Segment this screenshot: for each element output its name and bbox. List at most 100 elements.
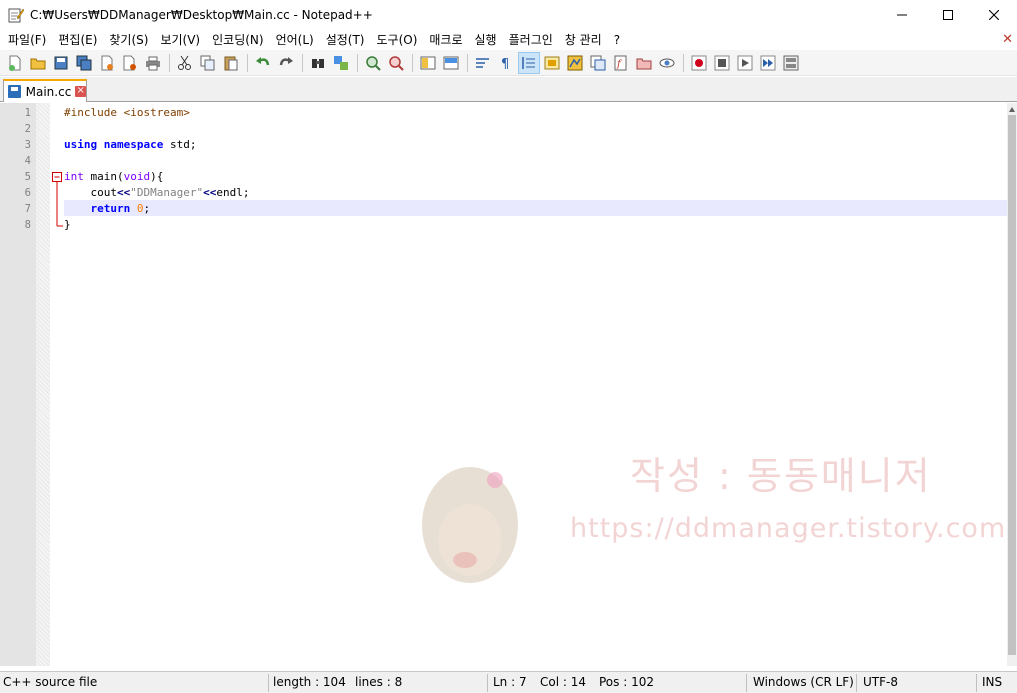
close-window-button[interactable] (971, 0, 1017, 30)
status-divider (487, 674, 488, 692)
line-number: 8 (24, 219, 31, 231)
code-token: } (64, 218, 71, 231)
tab-main-cc[interactable]: Main.cc × (3, 79, 87, 102)
cut-button[interactable] (174, 52, 196, 74)
notepad-icon (8, 7, 25, 23)
copy-button[interactable] (197, 52, 219, 74)
udl-button[interactable] (541, 52, 563, 74)
status-divider (268, 674, 269, 692)
status-eol[interactable]: Windows (CR LF) (750, 672, 854, 693)
toolbar-separator (302, 53, 303, 72)
fold-margin (36, 103, 50, 666)
undo-button[interactable] (252, 52, 274, 74)
status-length: length : 104 (273, 675, 346, 689)
close-all-button[interactable] (119, 52, 141, 74)
status-pos: Pos : 102 (599, 675, 654, 689)
save-all-button[interactable] (73, 52, 95, 74)
menu-edit[interactable]: 편집(E) (52, 30, 103, 50)
indent-guide-button[interactable] (518, 51, 540, 74)
status-divider (976, 674, 977, 692)
scroll-up-icon[interactable] (1009, 107, 1015, 112)
print-button[interactable] (142, 52, 164, 74)
monitoring-button[interactable] (656, 52, 678, 74)
doc-map-button[interactable] (564, 52, 586, 74)
menu-plugins[interactable]: 플러그인 (503, 30, 559, 50)
menu-tools[interactable]: 도구(O) (371, 30, 424, 50)
menu-encoding[interactable]: 인코딩(N) (206, 30, 269, 50)
menu-window[interactable]: 창 관리 (559, 30, 608, 50)
run-macro-multiple-button[interactable] (757, 52, 779, 74)
scroll-thumb[interactable] (1008, 115, 1016, 655)
redo-icon (279, 56, 293, 65)
maximize-button[interactable] (925, 0, 971, 30)
close-icon (989, 10, 999, 20)
status-lines: lines : 8 (355, 675, 403, 689)
status-encoding: UTF-8 (863, 675, 898, 689)
status-col: Col : 14 (540, 675, 586, 689)
new-file-button[interactable] (4, 52, 26, 74)
close-file-icon (101, 55, 113, 70)
folder-workspace-button[interactable] (633, 52, 655, 74)
menu-view[interactable]: 보기(V) (154, 30, 206, 50)
window-title: C:₩Users₩DDManager₩Desktop₩Main.cc - Not… (30, 8, 373, 22)
document-map-icon (567, 55, 583, 70)
code-token: main( (90, 170, 124, 183)
code-editor[interactable]: 1 2 3 4 5 6 7 8 #include <iostream> usin… (0, 103, 1017, 666)
redo-button[interactable] (275, 52, 297, 74)
show-all-chars-button[interactable]: ¶ (495, 52, 517, 74)
code-line: cout<<"DDManager"<<endl; (64, 185, 250, 201)
stop-icon (714, 55, 730, 70)
scissors-icon (178, 55, 191, 70)
tab-close-icon[interactable]: × (75, 86, 86, 97)
code-token: std; (169, 138, 197, 151)
toolbar-separator (467, 53, 468, 72)
save-icon (54, 56, 68, 69)
maximize-icon (943, 10, 953, 20)
caret-line-highlight (64, 200, 1008, 216)
menu-search[interactable]: 찾기(S) (103, 30, 154, 50)
save-macro-icon (783, 55, 799, 70)
menu-language[interactable]: 언어(L) (270, 30, 320, 50)
word-wrap-button[interactable] (472, 52, 494, 74)
close-button[interactable] (96, 52, 118, 74)
stop-macro-button[interactable] (711, 52, 733, 74)
open-file-button[interactable] (27, 52, 49, 74)
string-token: "DDManager" (130, 186, 204, 199)
record-macro-button[interactable] (688, 52, 710, 74)
record-icon (691, 55, 707, 70)
menu-settings[interactable]: 설정(T) (320, 30, 371, 50)
vertical-scrollbar[interactable] (1007, 103, 1017, 666)
function-list-button[interactable]: f (610, 52, 632, 74)
menu-file[interactable]: 파일(F) (2, 30, 52, 50)
close-document-icon[interactable]: ✕ (1002, 32, 1013, 47)
line-number-gutter: 1 2 3 4 5 6 7 8 (0, 103, 36, 666)
close-all-icon (123, 55, 136, 70)
tab-label: Main.cc (25, 84, 72, 99)
fold-marker-icon[interactable] (50, 169, 64, 231)
save-macro-button[interactable] (780, 52, 802, 74)
toolbar-separator (683, 53, 684, 72)
title-bar: C:₩Users₩DDManager₩Desktop₩Main.cc - Not… (0, 0, 1017, 30)
replace-button[interactable] (330, 52, 352, 74)
line-number: 5 (24, 171, 31, 183)
zoom-out-button[interactable] (385, 52, 407, 74)
find-button[interactable] (307, 52, 329, 74)
paste-button[interactable] (220, 52, 242, 74)
save-all-icon (76, 55, 92, 70)
toolbar-separator (412, 53, 413, 72)
doc-list-button[interactable] (587, 52, 609, 74)
toolbar: ¶ f (0, 50, 1017, 76)
save-button[interactable] (50, 52, 72, 74)
menu-run[interactable]: 실행 (469, 30, 503, 50)
document-list-icon (590, 55, 606, 70)
type-token: void (123, 170, 151, 183)
minimize-button[interactable] (879, 0, 925, 30)
menu-help[interactable]: ? (608, 30, 626, 50)
word-wrap-icon (476, 57, 489, 68)
status-insert-mode: INS (982, 675, 1003, 689)
play-macro-button[interactable] (734, 52, 756, 74)
zoom-in-button[interactable] (362, 52, 384, 74)
sync-vertical-button[interactable] (417, 52, 439, 74)
sync-horizontal-button[interactable] (440, 52, 462, 74)
menu-macro[interactable]: 매크로 (423, 30, 468, 50)
